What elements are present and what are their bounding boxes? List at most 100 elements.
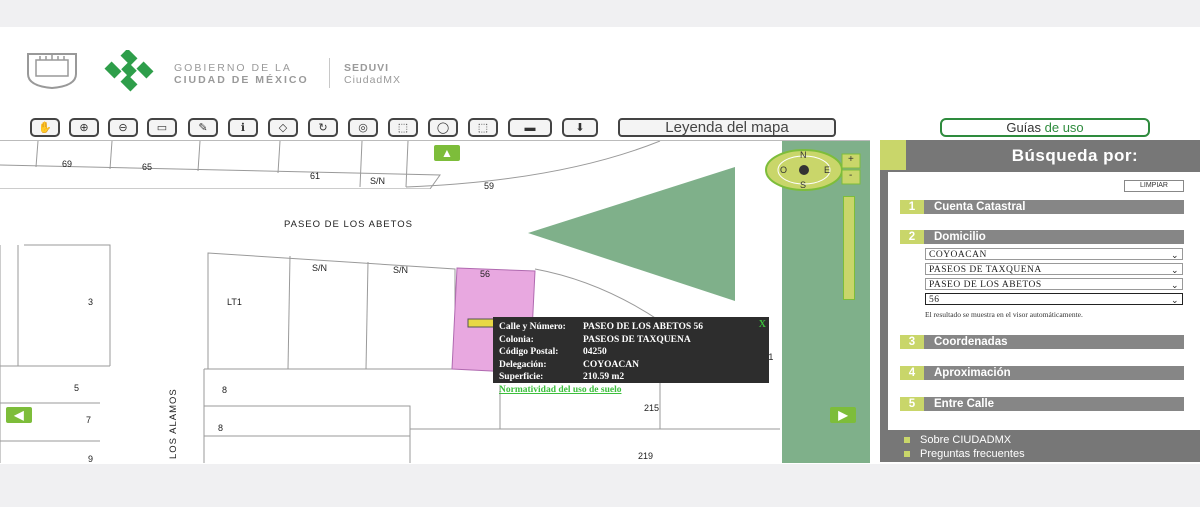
select-rect-icon[interactable]: ⬚ — [468, 118, 498, 137]
sobre-ciudadmx-link[interactable]: Sobre CIUDADMX — [904, 434, 1011, 446]
lot-label: 7 — [86, 415, 92, 425]
select-value: 56 — [929, 295, 940, 305]
zoom-minus-button[interactable]: - — [849, 170, 852, 181]
cdmx-logo-icon[interactable] — [98, 50, 162, 92]
limpiar-button[interactable]: LIMPIAR — [1124, 180, 1184, 192]
gobierno-text: GOBIERNO DE LA CIUDAD DE MÉXICO — [174, 62, 309, 86]
compass-o: O — [780, 165, 788, 175]
lot-label: 215 — [644, 403, 660, 413]
section-domicilio[interactable]: 2 Domicilio — [900, 230, 1184, 244]
section-aproximacion[interactable]: 4 Aproximación — [900, 366, 1184, 380]
select-value: PASEO DE LOS ABETOS — [929, 280, 1042, 290]
seduvi-text: SEDUVI CiudadMX — [344, 62, 401, 86]
delegacion-select[interactable]: COYOACAN ⌄ — [925, 248, 1183, 260]
lot-label: 59 — [484, 181, 495, 191]
zoom-in-icon[interactable]: ⊕ — [69, 118, 99, 137]
lot-label: 9 — [88, 454, 94, 463]
chevron-down-icon: ⌄ — [1170, 265, 1179, 275]
lot-label: 61 — [310, 171, 321, 181]
gov-line1: GOBIERNO DE LA — [174, 62, 292, 74]
calle-value: PASEO DE LOS ABETOS 56 — [583, 322, 704, 332]
lot-label: S/N — [393, 265, 409, 275]
superficie-label: Superficie: — [499, 372, 544, 382]
pin-icon[interactable]: ✎ — [188, 118, 218, 137]
cp-label: Código Postal: — [499, 347, 559, 357]
map-canvas — [0, 141, 870, 463]
compass-control[interactable]: N S E O + - — [764, 148, 864, 192]
colonia-value: PASEOS DE TAXQUENA — [583, 334, 691, 345]
eraser-icon[interactable]: ◇ — [268, 118, 298, 137]
lasso-icon[interactable]: ◯ — [428, 118, 458, 137]
seduvi-line1: SEDUVI — [344, 62, 390, 74]
street-label-alamos: LOS ALAMOS — [168, 388, 179, 459]
bullet-icon — [904, 437, 910, 443]
chevron-down-icon: ⌄ — [1170, 250, 1179, 260]
lot-label: LT1 — [227, 297, 242, 307]
section-label: Cuenta Catastral — [934, 201, 1026, 213]
delegacion-value: COYOACAN — [583, 359, 639, 370]
section-cuenta-catastral[interactable]: 1 Cuenta Catastral — [900, 200, 1184, 214]
colonia-select[interactable]: PASEOS DE TAXQUENA ⌄ — [925, 263, 1183, 275]
refresh-icon[interactable]: ↻ — [308, 118, 338, 137]
lot-label: 8 — [218, 423, 224, 433]
lot-label: 3 — [88, 297, 94, 307]
guias-de-uso-button[interactable]: Guías de uso — [940, 118, 1150, 137]
panel-title: Búsqueda por: — [1011, 146, 1139, 165]
pan-up-arrow-icon[interactable]: ▲ — [434, 145, 460, 161]
locate-icon[interactable]: ◎ — [348, 118, 378, 137]
superficie-value: 210.59 m2 — [583, 372, 625, 382]
cp-value: 04250 — [583, 347, 607, 357]
lot-label: S/N — [312, 263, 328, 273]
legend-button[interactable]: Leyenda del mapa — [618, 118, 836, 137]
close-icon[interactable]: X — [759, 319, 766, 332]
site-header: GOBIERNO DE LA CIUDAD DE MÉXICO SEDUVI C… — [24, 50, 624, 92]
lot-label: S/N — [370, 176, 386, 186]
colonia-label: Colonia: — [499, 334, 534, 345]
compass-e: E — [824, 165, 831, 175]
zoom-plus-button[interactable]: + — [848, 154, 854, 165]
parcel-info-popup: X Calle y Número: PASEO DE LOS ABETOS 56 … — [493, 317, 769, 395]
hand-icon[interactable]: ✋ — [30, 118, 60, 137]
lot-label: 56 — [480, 269, 491, 279]
section-num: 5 — [900, 397, 924, 411]
link-label: Sobre CIUDADMX — [920, 434, 1012, 446]
guias-highlight: de uso — [1044, 120, 1084, 135]
compass-n: N — [800, 150, 807, 160]
pan-left-arrow-icon[interactable]: ◀ — [6, 407, 32, 423]
section-coordenadas[interactable]: 3 Coordenadas — [900, 335, 1184, 349]
zoom-slider[interactable] — [843, 196, 855, 300]
parcel-marker — [467, 318, 497, 328]
section-label: Coordenadas — [934, 336, 1008, 348]
numero-select[interactable]: 56 ⌄ — [925, 293, 1183, 305]
section-num: 3 — [900, 335, 924, 349]
section-entre-calle[interactable]: 5 Entre Calle — [900, 397, 1184, 411]
download-icon[interactable]: ⬇ — [562, 118, 598, 137]
lot-label: 8 — [222, 385, 228, 395]
cdmx-shield-icon — [27, 53, 77, 90]
lot-label: 219 — [638, 451, 654, 461]
lot-label: 69 — [62, 159, 73, 169]
pan-right-arrow-icon[interactable]: ▶ — [830, 407, 856, 423]
calle-select[interactable]: PASEO DE LOS ABETOS ⌄ — [925, 278, 1183, 290]
chevron-down-icon: ⌄ — [1170, 280, 1179, 290]
lot-label: 5 — [74, 383, 80, 393]
lot-label: 65 — [142, 162, 153, 172]
gov-line2: CIUDAD DE MÉXICO — [174, 74, 309, 86]
preguntas-frecuentes-link[interactable]: Preguntas frecuentes — [904, 448, 1025, 460]
street-label-abetos: PASEO DE LOS ABETOS — [284, 219, 413, 230]
map-viewer[interactable]: 69 65 61 S/N 59 PASEO DE LOS ABETOS S/N … — [0, 140, 870, 463]
info-icon[interactable]: ℹ — [228, 118, 258, 137]
delegacion-label: Delegación: — [499, 359, 547, 370]
normatividad-link[interactable]: Normatividad del uso de suelo — [499, 384, 763, 397]
section-num: 4 — [900, 366, 924, 380]
select-arrow-icon[interactable]: ⬚ — [388, 118, 418, 137]
compass-s: S — [800, 180, 807, 190]
chevron-down-icon: ⌄ — [1170, 295, 1179, 305]
header-divider — [329, 58, 330, 88]
result-note: El resultado se muestra en el visor auto… — [925, 310, 1083, 319]
section-num: 1 — [900, 200, 924, 214]
zoom-out-icon[interactable]: ⊖ — [108, 118, 138, 137]
print-icon[interactable]: ▬ — [508, 118, 552, 137]
ruler-icon[interactable]: ▭ — [147, 118, 177, 137]
section-num: 2 — [900, 230, 924, 244]
